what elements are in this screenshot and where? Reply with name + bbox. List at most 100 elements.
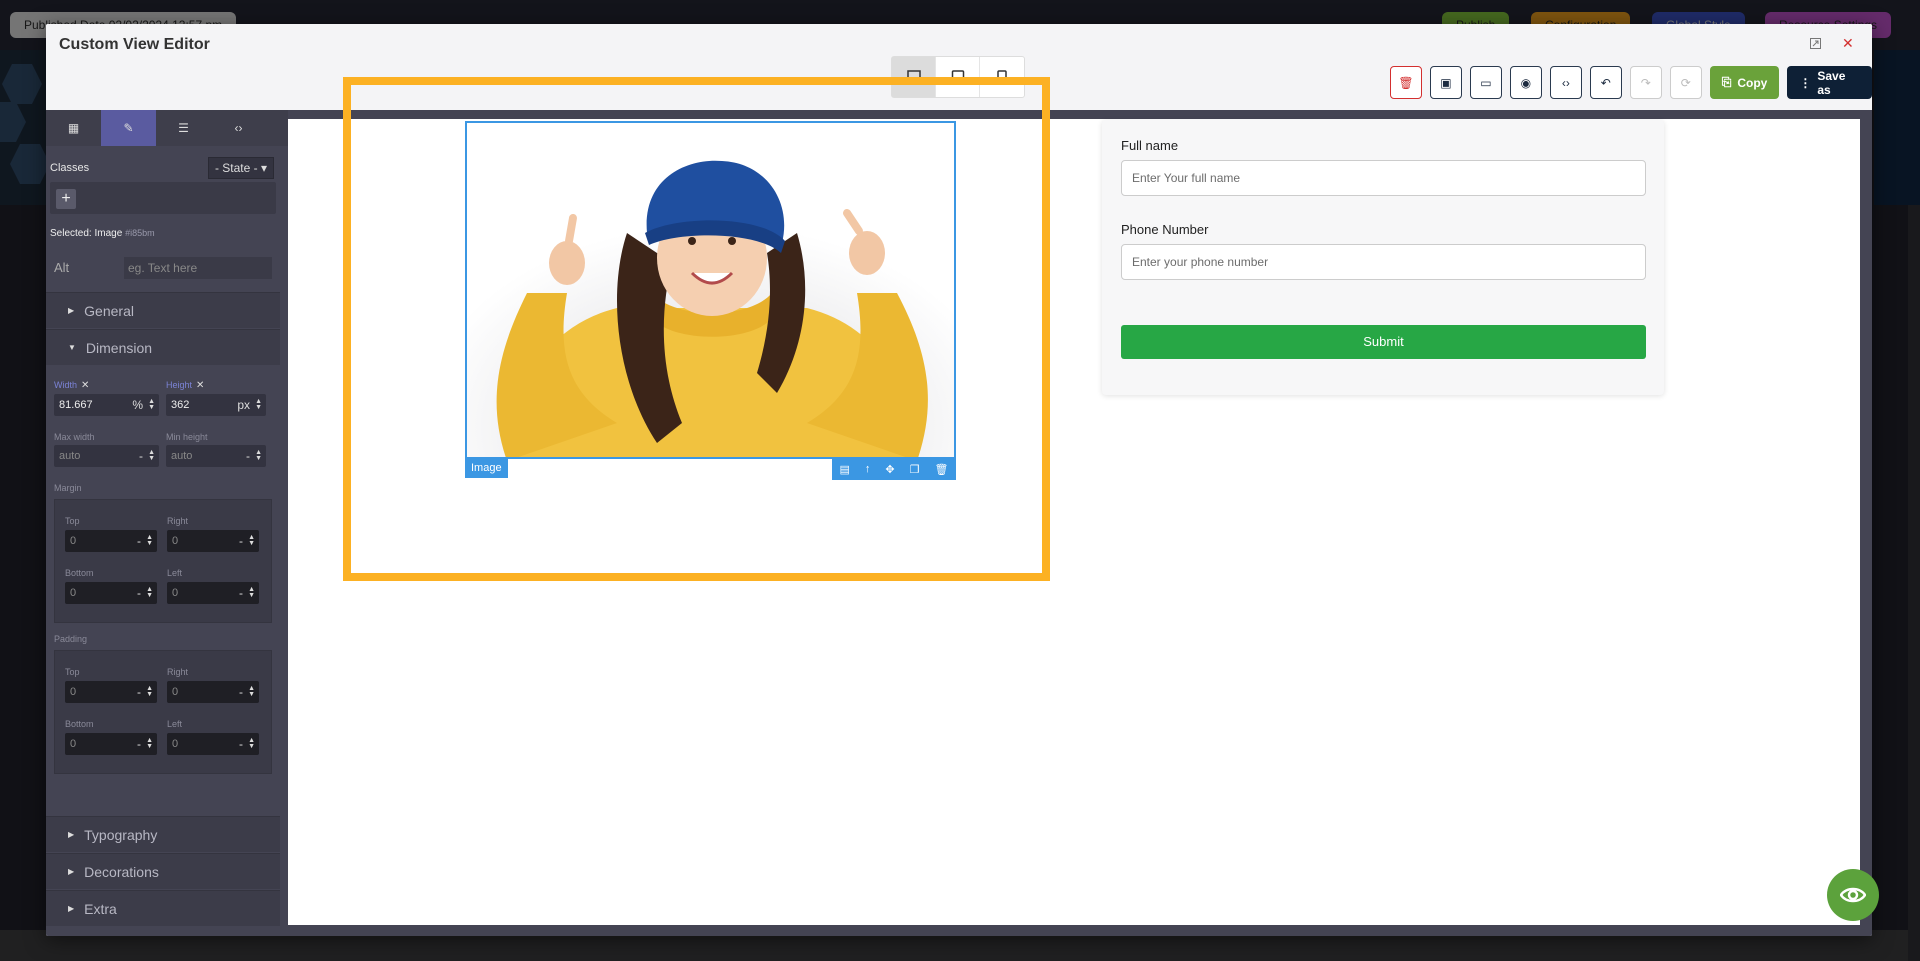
tablet-icon[interactable] [936, 57, 980, 97]
caret-right-icon: ▶ [68, 830, 75, 839]
style-manager-icon[interactable]: ✎ [101, 110, 156, 146]
width-input[interactable]: 81.667 % ▲ ▼ [54, 394, 159, 416]
phone-number-input[interactable] [1121, 244, 1646, 280]
trash-icon: 🗑 [1398, 75, 1414, 90]
margin-bottom-label: Bottom [65, 568, 94, 578]
submit-button[interactable]: Submit [1121, 325, 1646, 359]
trash-icon[interactable]: 🗑 [935, 463, 949, 476]
panel-tabs: ▦ ✎ ☰ ‹› [46, 110, 288, 146]
alt-label: Alt [54, 260, 70, 275]
clone-icon[interactable]: ❐ [910, 463, 920, 476]
padding-left-input[interactable]: 0- ▲ ▼ [167, 733, 259, 755]
code-view-button[interactable]: ‹› [1549, 66, 1582, 99]
preview-button[interactable]: ◉ [1509, 66, 1542, 99]
code-icon[interactable]: ‹› [211, 110, 266, 146]
padding-left-label: Left [167, 719, 183, 729]
caret-right-icon: ▶ [68, 904, 75, 913]
padding-bottom-input[interactable]: 0- ▲ ▼ [65, 733, 157, 755]
preview-fab[interactable] [1827, 869, 1879, 921]
height-label: Height ✕ [166, 380, 205, 391]
eye-icon [1840, 887, 1866, 903]
copy-button[interactable]: ⎘ Copy [1709, 66, 1780, 99]
contact-form: Full name Phone Number Submit [1102, 120, 1664, 395]
expand-icon[interactable] [1810, 37, 1821, 52]
save-icon[interactable]: ▤ [840, 463, 850, 476]
layer-manager-icon[interactable]: ☰ [156, 110, 211, 146]
select-outline-icon: ▣ [1440, 75, 1452, 90]
component-outline-button[interactable]: ▣ [1429, 66, 1462, 99]
copy-icon: ⎘ [1721, 75, 1732, 89]
margin-top-label: Top [65, 516, 80, 526]
undo-button[interactable]: ↶ [1589, 66, 1622, 99]
sector-dimension[interactable]: ▼ Dimension [46, 329, 280, 365]
add-class-button[interactable]: + [56, 189, 76, 209]
refresh-button[interactable]: ⟳ [1669, 66, 1702, 99]
padding-top-input[interactable]: 0- ▲ ▼ [65, 681, 157, 703]
full-name-label: Full name [1121, 138, 1179, 153]
width-label: Width ✕ [54, 380, 90, 391]
padding-top-label: Top [65, 667, 80, 677]
sector-decorations[interactable]: ▶ Decorations [46, 853, 280, 889]
class-tags-box: + [50, 182, 276, 214]
classes-label: Classes [50, 162, 90, 174]
redo-icon: ↷ [1640, 75, 1651, 90]
undo-icon: ↶ [1600, 75, 1611, 90]
margin-right-input[interactable]: 0- ▲ ▼ [167, 530, 259, 552]
close-icon[interactable]: ✕ [1842, 35, 1854, 52]
margin-left-input[interactable]: 0- ▲ ▼ [167, 582, 259, 604]
custom-view-editor-modal: Custom View Editor ✕ 🗑 ▣ ▭ ◉ ‹› ↶ ↷ ⟳ ⎘ … [46, 24, 1872, 936]
padding-group: Top 0- ▲ ▼ Right 0- ▲ ▼ Bottom 0- ▲ ▼ Left 0- ▲… [54, 650, 272, 774]
clear-canvas-button[interactable]: 🗑 [1390, 66, 1422, 99]
clear-height-icon[interactable]: ✕ [196, 380, 204, 391]
move-icon[interactable]: ✥ [885, 463, 894, 476]
min-height-label: Min height [166, 432, 208, 442]
redo-button[interactable]: ↷ [1629, 66, 1662, 99]
margin-left-label: Left [167, 568, 183, 578]
min-height-input[interactable]: auto - ▲ ▼ [166, 445, 266, 467]
device-switcher [891, 56, 1025, 98]
state-select[interactable]: - State - ▾ [207, 157, 274, 179]
padding-bottom-label: Bottom [65, 719, 94, 729]
style-manager-panel: ▦ ✎ ☰ ‹› Classes - State - ▾ + Selected:… [46, 110, 288, 936]
padding-right-input[interactable]: 0- ▲ ▼ [167, 681, 259, 703]
phone-number-label: Phone Number [1121, 222, 1209, 237]
full-name-input[interactable] [1121, 160, 1646, 196]
code-icon: ‹› [1561, 75, 1570, 90]
padding-label: Padding [54, 634, 88, 644]
selected-component-info: Selected: Image #i85bm [50, 228, 155, 239]
margin-group: Top 0- ▲ ▼ Right 0- ▲ ▼ Bottom 0- ▲ ▼ Left 0- ▲… [54, 499, 272, 623]
clear-width-icon[interactable]: ✕ [81, 380, 89, 391]
modal-header: Custom View Editor ✕ 🗑 ▣ ▭ ◉ ‹› ↶ ↷ ⟳ ⎘ … [46, 24, 1872, 110]
margin-bottom-input[interactable]: 0- ▲ ▼ [65, 582, 157, 604]
classes-row: Classes - State - ▾ [50, 157, 274, 179]
sector-typography[interactable]: ▶ Typography [46, 816, 280, 852]
sector-extra[interactable]: ▶ Extra [46, 890, 280, 926]
margin-top-input[interactable]: 0- ▲ ▼ [65, 530, 157, 552]
refresh-icon: ⟳ [1680, 75, 1691, 90]
sector-general[interactable]: ▶ General [46, 292, 280, 328]
image-component-badge: Image [465, 458, 508, 478]
arrow-up-icon[interactable]: ↑ [865, 463, 871, 475]
blocks-icon[interactable]: ▦ [46, 110, 101, 146]
margin-label: Margin [54, 483, 82, 493]
max-width-label: Max width [54, 432, 95, 442]
padding-right-label: Right [167, 667, 189, 677]
selected-image[interactable] [465, 121, 956, 459]
caret-right-icon: ▶ [68, 867, 75, 876]
eye-icon: ◉ [1520, 75, 1532, 90]
modal-title: Custom View Editor [59, 36, 210, 53]
vertical-dots-icon: ⋮ [1799, 75, 1812, 90]
ruler-icon: ▭ [1480, 75, 1492, 90]
copy-label: Copy [1737, 75, 1768, 90]
alt-input[interactable] [124, 257, 272, 279]
mobile-icon[interactable] [980, 57, 1024, 97]
ruler-button[interactable]: ▭ [1469, 66, 1502, 99]
max-width-input[interactable]: auto - ▲ ▼ [54, 445, 159, 467]
alt-trait-row: Alt [46, 254, 288, 282]
height-input[interactable]: 362 px ▲ ▼ [166, 394, 266, 416]
component-toolbar: ▤ ↑ ✥ ❐ 🗑 [832, 458, 956, 480]
editor-toolbar: 🗑 ▣ ▭ ◉ ‹› ↶ ↷ ⟳ ⎘ Copy ⋮ Save as [1390, 66, 1872, 99]
desktop-icon[interactable] [892, 57, 936, 97]
caret-down-icon: ▼ [68, 343, 76, 352]
save-as-button[interactable]: ⋮ Save as [1787, 66, 1872, 99]
